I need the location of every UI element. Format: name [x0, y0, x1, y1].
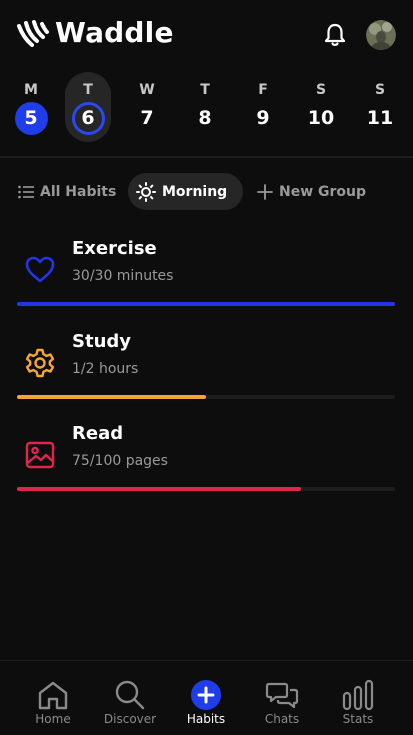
habit-name: Study: [72, 331, 132, 352]
day-name: F: [258, 82, 268, 98]
day-name: T: [200, 82, 210, 98]
day-number: 6: [71, 102, 105, 135]
day-number: 7: [140, 107, 154, 129]
nav-label: Chats: [264, 712, 300, 726]
nav-home[interactable]: Home: [18, 661, 88, 735]
progress-track: [17, 487, 395, 491]
day-number: 11: [366, 107, 394, 129]
bell-icon[interactable]: [322, 22, 348, 48]
sun-icon: [136, 181, 156, 202]
nav-habits[interactable]: Habits: [171, 661, 241, 735]
day-saturday[interactable]: S 10: [298, 72, 344, 142]
nav-label: Habits: [186, 712, 226, 726]
image-icon: [25, 441, 55, 469]
tab-all-habits[interactable]: All Habits: [18, 173, 116, 210]
day-name: S: [374, 82, 386, 98]
habit-read[interactable]: Read 75/100 pages: [0, 417, 413, 509]
bar-chart-icon: [342, 679, 374, 711]
plus-icon: [257, 183, 273, 200]
progress-fill: [17, 302, 395, 306]
group-tabs: All Habits Morning New Group: [0, 170, 413, 214]
day-monday[interactable]: M 5: [8, 72, 54, 142]
day-sunday[interactable]: S 11: [357, 72, 403, 142]
day-number: 8: [198, 107, 212, 129]
tab-label: Morning: [162, 183, 228, 200]
habit-name: Read: [72, 423, 124, 444]
day-thursday[interactable]: T 8: [182, 72, 228, 142]
top-bar: Waddle: [0, 0, 413, 70]
day-name: S: [315, 82, 327, 98]
avatar[interactable]: [366, 20, 396, 50]
day-name: T: [83, 82, 93, 98]
habit-progress-text: 75/100 pages: [72, 453, 168, 469]
progress-track: [17, 302, 395, 306]
search-icon: [115, 680, 145, 710]
habit-progress-text: 1/2 hours: [72, 361, 139, 377]
week-strip: M 5 T 6 W 7 T 8 F 9 S 10 S 11: [0, 72, 413, 148]
nav-label: Stats: [342, 712, 374, 726]
home-icon: [38, 681, 68, 710]
habit-name: Exercise: [72, 238, 157, 259]
progress-fill: [17, 395, 206, 399]
progress-track: [17, 395, 395, 399]
nav-chats[interactable]: Chats: [247, 661, 317, 735]
day-name: M: [24, 82, 38, 98]
day-number: 10: [307, 107, 335, 129]
progress-fill: [17, 487, 301, 491]
nav-stats[interactable]: Stats: [323, 661, 393, 735]
new-group-button[interactable]: New Group: [257, 173, 366, 210]
add-habit-icon: [191, 680, 221, 710]
tab-label: New Group: [279, 183, 367, 200]
day-wednesday[interactable]: W 7: [124, 72, 170, 142]
chat-bubbles-icon: [265, 682, 299, 709]
nav-label: Home: [35, 712, 71, 726]
day-number: 5: [14, 102, 48, 135]
nav-label: Discover: [103, 712, 157, 726]
nav-discover[interactable]: Discover: [95, 661, 165, 735]
habit-exercise[interactable]: Exercise 30/30 minutes: [0, 232, 413, 324]
bottom-navigation: Home Discover Habits Chats Stats: [0, 660, 413, 735]
waddle-logo-icon: [17, 20, 49, 47]
habit-study[interactable]: Study 1/2 hours: [0, 325, 413, 417]
day-name: W: [139, 82, 155, 98]
day-tuesday[interactable]: T 6: [65, 72, 111, 142]
app-title: Waddle: [55, 16, 174, 49]
divider: [0, 156, 413, 158]
tab-label: All Habits: [40, 183, 117, 200]
heart-icon: [25, 256, 55, 283]
tab-morning[interactable]: Morning: [128, 173, 244, 210]
day-friday[interactable]: F 9: [240, 72, 286, 142]
day-number: 9: [256, 107, 270, 129]
habit-progress-text: 30/30 minutes: [72, 268, 174, 284]
gear-icon: [25, 348, 55, 378]
list-icon: [18, 185, 34, 198]
